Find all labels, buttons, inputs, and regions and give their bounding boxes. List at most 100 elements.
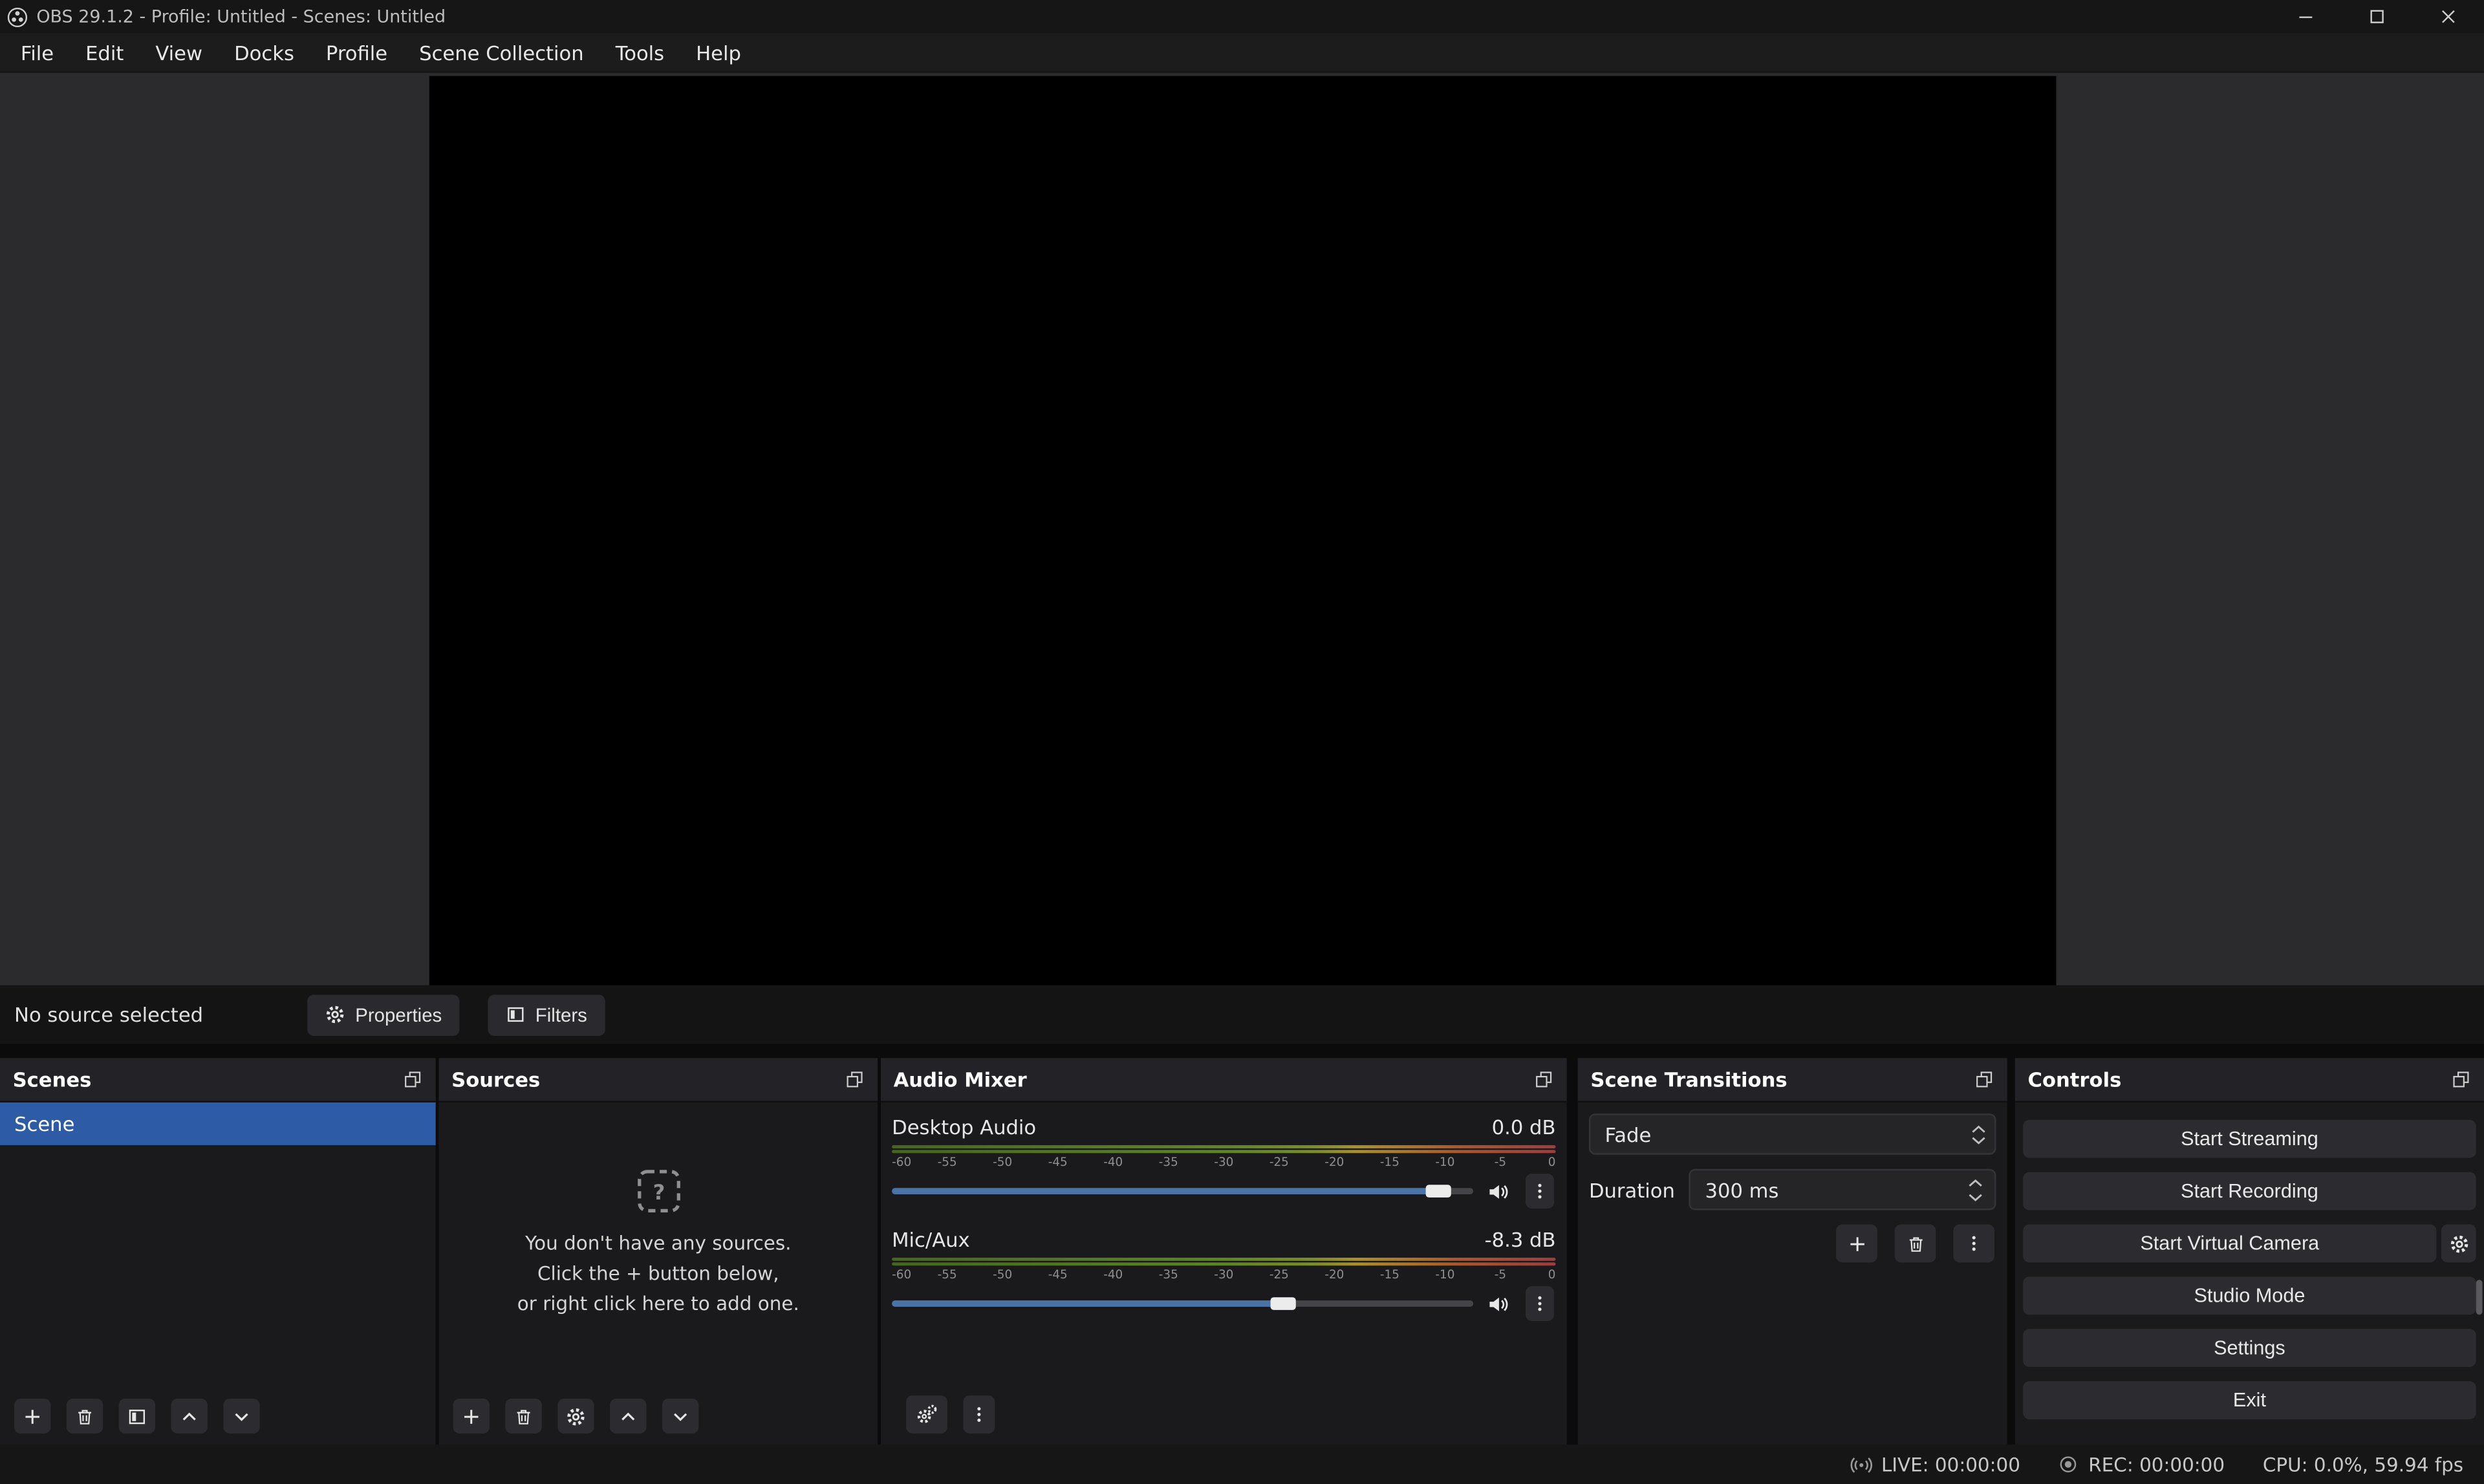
maximize-button[interactable] (2342, 0, 2413, 33)
record-icon (2058, 1454, 2079, 1475)
mixer-options-button[interactable] (963, 1395, 995, 1434)
volume-slider[interactable] (892, 1174, 1473, 1209)
trash-icon (1905, 1233, 1926, 1254)
remove-transition-button[interactable] (1895, 1225, 1936, 1263)
menu-profile[interactable]: Profile (310, 33, 403, 71)
exit-button[interactable]: Exit (2023, 1381, 2476, 1419)
maximize-icon (2367, 6, 2388, 27)
mute-button[interactable] (1486, 1292, 1510, 1316)
screen: OBS 29.1.2 - Profile: Untitled - Scenes:… (0, 0, 2484, 1484)
speaker-icon (1486, 1292, 1510, 1316)
transition-select[interactable]: Fade (1589, 1113, 1996, 1155)
empty-state-line: You don't have any sources. (525, 1231, 791, 1256)
slider-handle[interactable] (1426, 1185, 1451, 1198)
audio-mixer-dock-popout-button[interactable] (1533, 1069, 1554, 1090)
scene-transitions-panel-title: Scene Transitions (1590, 1068, 1787, 1091)
move-source-down-button[interactable] (662, 1399, 698, 1434)
close-icon (2438, 6, 2459, 27)
add-source-button[interactable] (453, 1399, 490, 1434)
preview-canvas[interactable] (429, 76, 2056, 989)
close-button[interactable] (2413, 0, 2484, 33)
remove-source-button[interactable] (505, 1399, 541, 1434)
channel-name: Desktop Audio (892, 1114, 1036, 1138)
channel-options-button[interactable] (1526, 1286, 1554, 1321)
meter-tick-label: -60 (892, 1267, 911, 1282)
start-virtual-camera-button[interactable]: Start Virtual Camera (2023, 1225, 2436, 1263)
meter-tick-label: 0 (1548, 1155, 1556, 1169)
menu-help[interactable]: Help (680, 33, 757, 71)
volume-meter (892, 1145, 1555, 1153)
channel-name: Mic/Aux (892, 1227, 970, 1251)
channel-options-button[interactable] (1526, 1174, 1554, 1209)
meter-tick-label: -5 (1495, 1267, 1506, 1282)
rec-status-text: REC: 00:00:00 (2088, 1454, 2225, 1476)
popout-icon (845, 1069, 865, 1090)
remove-scene-button[interactable] (67, 1399, 103, 1434)
sources-toolbar (439, 1389, 878, 1445)
properties-button[interactable]: Properties (308, 994, 459, 1035)
menu-edit[interactable]: Edit (70, 33, 140, 71)
sources-empty-state[interactable]: ? You don't have any sources. Click the … (439, 1102, 878, 1389)
menu-view[interactable]: View (140, 33, 219, 71)
gear-icon (566, 1406, 587, 1426)
menu-file[interactable]: File (5, 33, 69, 71)
menu-docks[interactable]: Docks (219, 33, 310, 71)
controls-scrollbar-thumb[interactable] (2476, 1280, 2483, 1315)
source-properties-button[interactable] (557, 1399, 594, 1434)
settings-button[interactable]: Settings (2023, 1329, 2476, 1367)
scene-transitions-dock-popout-button[interactable] (1974, 1069, 1994, 1090)
trash-icon (513, 1406, 534, 1426)
move-scene-up-button[interactable] (171, 1399, 208, 1434)
scenes-panel: Scenes Scene (0, 1058, 436, 1445)
move-scene-down-button[interactable] (223, 1399, 259, 1434)
chevron-up-icon (618, 1406, 638, 1426)
move-source-up-button[interactable] (610, 1399, 646, 1434)
virtual-camera-config-button[interactable] (2441, 1225, 2476, 1263)
scenes-dock-popout-button[interactable] (402, 1069, 423, 1090)
advanced-audio-properties-button[interactable] (906, 1395, 947, 1434)
sources-panel-title: Sources (451, 1068, 540, 1091)
window-title: OBS 29.1.2 - Profile: Untitled - Scenes:… (36, 6, 446, 27)
meter-tick-label: -5 (1495, 1155, 1506, 1169)
popout-icon (2451, 1069, 2472, 1090)
meter-tick-label: -20 (1324, 1155, 1344, 1169)
add-scene-button[interactable] (14, 1399, 50, 1434)
menu-bar: File Edit View Docks Profile Scene Colle… (0, 33, 2484, 72)
meter-tick-label: -55 (938, 1155, 957, 1169)
meter-tick-label: -35 (1159, 1267, 1178, 1282)
audio-mixer-panel: Audio Mixer Desktop Audio 0.0 dB (881, 1058, 1567, 1445)
transition-options-button[interactable] (1953, 1225, 1994, 1263)
obs-window: OBS 29.1.2 - Profile: Untitled - Scenes:… (0, 0, 2484, 1484)
chevron-down-icon (232, 1406, 252, 1426)
controls-dock-popout-button[interactable] (2451, 1069, 2472, 1090)
channel-level-db: -8.3 dB (1485, 1227, 1556, 1251)
start-streaming-button[interactable]: Start Streaming (2023, 1120, 2476, 1158)
empty-state-line: Click the + button below, (537, 1261, 779, 1286)
sources-dock-popout-button[interactable] (845, 1069, 865, 1090)
volume-slider[interactable] (892, 1286, 1473, 1321)
duration-spinbox[interactable]: 300 ms (1689, 1169, 1996, 1210)
scenes-panel-title: Scenes (13, 1068, 92, 1091)
studio-mode-button[interactable]: Studio Mode (2023, 1276, 2476, 1315)
meter-tick-label: -30 (1214, 1155, 1233, 1169)
scene-filters-button[interactable] (119, 1399, 155, 1434)
add-transition-button[interactable] (1836, 1225, 1877, 1263)
kebab-icon (969, 1403, 988, 1425)
meter-tick-label: -40 (1103, 1155, 1123, 1169)
duration-decrease-button[interactable] (1965, 1190, 1987, 1203)
menu-tools[interactable]: Tools (599, 33, 680, 71)
slider-handle[interactable] (1270, 1297, 1295, 1310)
scene-list-item[interactable]: Scene (0, 1102, 436, 1145)
menu-scene-collection[interactable]: Scene Collection (404, 33, 600, 71)
preview-area (0, 73, 2484, 985)
controls-panel-header: Controls (2015, 1058, 2484, 1102)
plus-icon (461, 1406, 482, 1426)
duration-increase-button[interactable] (1965, 1176, 1987, 1189)
minimize-button[interactable] (2270, 0, 2341, 33)
mute-button[interactable] (1486, 1179, 1510, 1203)
filters-button[interactable]: Filters (488, 994, 604, 1035)
duration-value: 300 ms (1705, 1178, 1778, 1201)
meter-tick-label: -25 (1269, 1155, 1289, 1169)
dock-area: Scenes Scene (0, 1044, 2484, 1445)
start-recording-button[interactable]: Start Recording (2023, 1172, 2476, 1210)
